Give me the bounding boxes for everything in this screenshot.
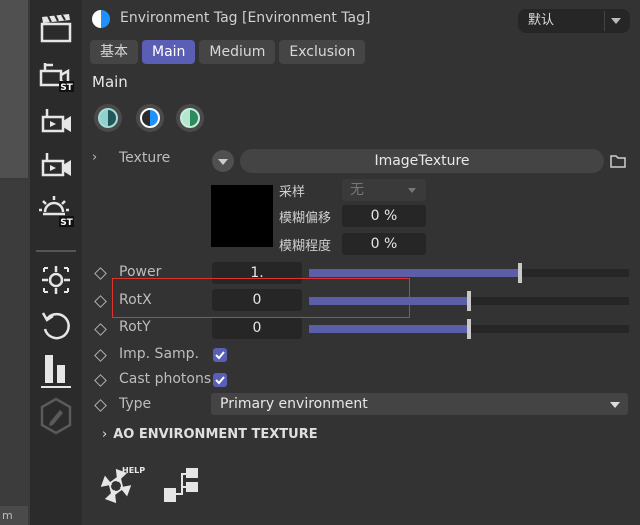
tab-exclusion[interactable]: Exclusion [279, 40, 366, 64]
roty-field[interactable]: 0 [212, 317, 302, 339]
environment-tag-icon [92, 10, 110, 28]
camera-tracker-icon [41, 153, 71, 177]
roty-slider-knob[interactable] [467, 319, 471, 339]
motion-camera-button[interactable] [34, 102, 78, 142]
blur-amount-field[interactable]: 0 % [342, 233, 426, 255]
cast-photons-checkbox[interactable] [213, 373, 227, 387]
node-editor-icon[interactable] [162, 466, 202, 506]
mode-button-1[interactable] [94, 104, 122, 132]
left-mid-pane [0, 180, 28, 505]
badge-st-text: ST [60, 218, 73, 228]
checkmark-icon [215, 351, 225, 360]
imp-samp-label: Imp. Samp. [119, 346, 199, 362]
mode-half-green-icon [180, 108, 200, 128]
roty-keyframe-diamond-icon[interactable] [94, 323, 107, 336]
clapper-icon [40, 14, 72, 43]
blur-offset-field[interactable]: 0 % [342, 205, 426, 227]
rotx-field[interactable]: 0 [212, 289, 302, 311]
bar-chart-icon [41, 355, 71, 388]
sampling-value: 无 [350, 182, 364, 198]
rotx-label: RotX [119, 292, 152, 308]
texture-label: Texture [119, 150, 171, 166]
tool-palette: ST ST [30, 0, 83, 525]
blur-offset-label: 模糊偏移 [279, 211, 332, 226]
edit-button[interactable] [34, 396, 78, 436]
texture-expand-chevron-icon[interactable]: › [92, 150, 97, 165]
power-slider[interactable] [309, 263, 629, 283]
power-field[interactable]: 1. [212, 262, 302, 284]
mode-half-blue-icon [140, 108, 160, 128]
reset-rotation-button[interactable] [34, 306, 78, 346]
target-button[interactable] [34, 260, 78, 300]
panel-title: Environment Tag [Environment Tag] [120, 10, 371, 26]
cast-photons-label: Cast photons [119, 371, 212, 387]
rotx-slider-knob[interactable] [467, 291, 471, 311]
chevron-down-icon [610, 402, 620, 408]
type-keyframe-diamond-icon[interactable] [94, 399, 107, 412]
attribute-panel: Environment Tag [Environment Tag] 默认 基本 … [82, 0, 640, 525]
left-bottom-label: m [0, 506, 28, 525]
help-icon[interactable]: HELP [96, 466, 146, 508]
panel-header: Environment Tag [Environment Tag] 默认 [82, 0, 640, 40]
target-icon [42, 266, 70, 294]
power-slider-knob[interactable] [518, 263, 522, 283]
preset-value: 默认 [528, 13, 555, 28]
preset-separator [604, 11, 605, 31]
toolbar-divider [36, 250, 76, 252]
help-badge-text: HELP [122, 466, 145, 475]
tab-medium[interactable]: Medium [199, 40, 276, 64]
roty-label: RotY [119, 319, 151, 335]
rotx-keyframe-diamond-icon[interactable] [94, 295, 107, 308]
sampling-label: 采样 [279, 185, 306, 200]
edit-disabled-icon [40, 397, 72, 435]
mode-button-3[interactable] [176, 104, 204, 132]
left-window-strip: m [0, 0, 30, 525]
camera-tracker-button[interactable] [34, 146, 78, 186]
light-st-button[interactable]: ST [34, 190, 78, 230]
mode-half-teal-icon [98, 108, 118, 128]
chevron-down-icon [611, 18, 621, 24]
tab-basic[interactable]: 基本 [90, 40, 138, 64]
type-dropdown[interactable]: Primary environment [211, 393, 628, 415]
folder-icon[interactable] [610, 154, 626, 168]
chevron-down-icon [408, 188, 416, 193]
tab-main[interactable]: Main [142, 40, 196, 64]
ao-group-header[interactable]: › AO ENVIRONMENT TEXTURE [102, 427, 318, 442]
ao-group-title: AO ENVIRONMENT TEXTURE [113, 427, 318, 442]
imp-samp-checkbox[interactable] [213, 348, 227, 362]
imp-samp-keyframe-diamond-icon[interactable] [94, 349, 107, 362]
badge-st-text: ST [60, 83, 73, 93]
reset-rotate-icon [41, 312, 70, 340]
light-st-icon: ST [39, 196, 74, 228]
clapper-button[interactable] [34, 8, 78, 48]
texture-menu-button[interactable] [212, 150, 234, 172]
blur-amount-label: 模糊程度 [279, 239, 332, 254]
roty-slider[interactable] [309, 319, 629, 339]
chevron-right-icon: › [102, 427, 108, 442]
stage-camera-button[interactable]: ST [34, 56, 78, 96]
power-slider-fill [309, 269, 520, 277]
type-label: Type [119, 396, 152, 412]
motion-camera-icon [41, 109, 71, 133]
mode-button-2[interactable] [136, 104, 164, 132]
checkmark-icon [215, 376, 225, 385]
rotx-slider[interactable] [309, 291, 629, 311]
cast-photons-keyframe-diamond-icon[interactable] [94, 374, 107, 387]
sampling-dropdown[interactable]: 无 [342, 179, 426, 201]
bar-chart-button[interactable] [34, 350, 78, 390]
preset-dropdown[interactable]: 默认 [518, 9, 630, 33]
texture-preview [211, 185, 273, 247]
power-label: Power [119, 264, 162, 280]
tab-bar: 基本 Main Medium Exclusion [90, 40, 366, 64]
power-keyframe-diamond-icon[interactable] [94, 267, 107, 280]
roty-slider-fill [309, 325, 469, 333]
left-top-pane [0, 0, 28, 178]
type-value: Primary environment [220, 396, 368, 412]
section-title: Main [92, 73, 128, 91]
stage-camera-st-icon: ST [39, 63, 74, 93]
rotx-slider-fill [309, 297, 469, 305]
texture-field[interactable]: ImageTexture [240, 149, 604, 173]
